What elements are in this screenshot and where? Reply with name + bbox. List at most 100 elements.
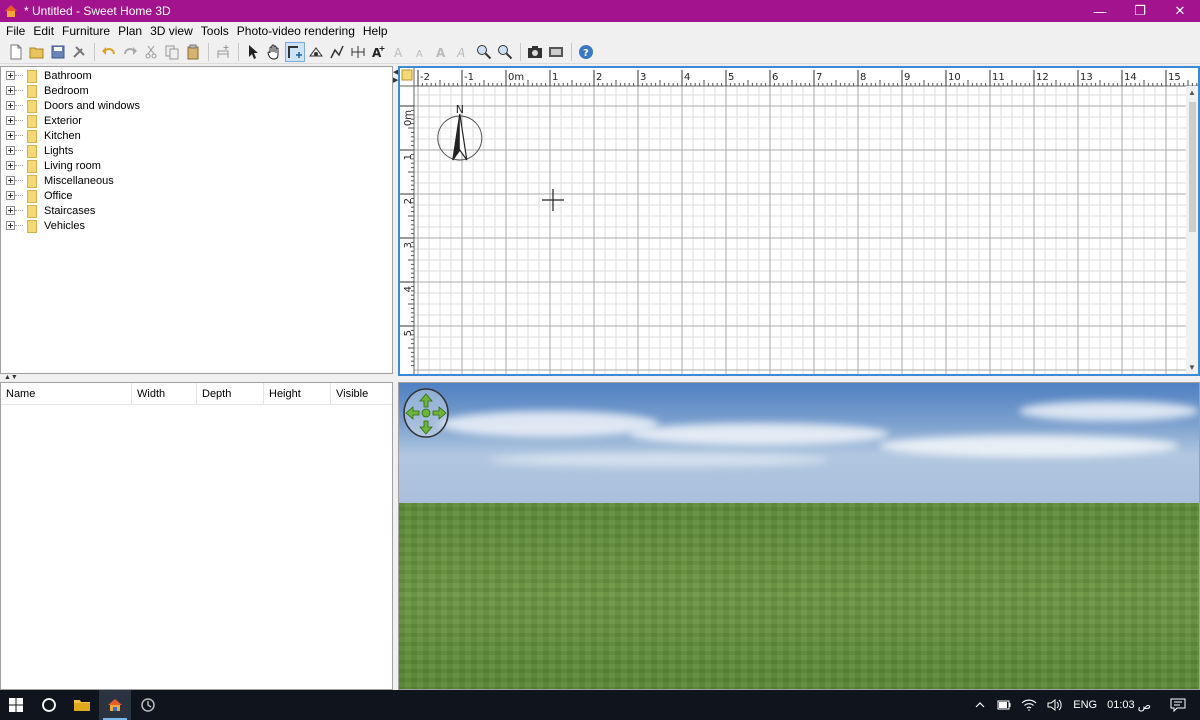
redo-button[interactable] xyxy=(120,42,140,62)
decrease-text-size-button[interactable]: A xyxy=(411,42,431,62)
catalog-category-lights[interactable]: Lights xyxy=(1,143,73,158)
app-taskbar-button[interactable] xyxy=(132,690,164,720)
column-header-height[interactable]: Height xyxy=(264,383,331,405)
expand-icon[interactable] xyxy=(6,176,15,185)
menu-file[interactable]: File xyxy=(2,22,29,40)
hand-icon xyxy=(267,44,279,60)
level-corner-icon[interactable] xyxy=(401,69,413,81)
navigation-arrows-widget[interactable] xyxy=(403,388,449,440)
create-video-button[interactable] xyxy=(546,42,566,62)
expand-icon[interactable] xyxy=(6,71,15,80)
maximize-button[interactable]: ❐ xyxy=(1120,0,1160,22)
wifi-tray-button[interactable] xyxy=(1016,690,1042,720)
catalog-category-doors-and-windows[interactable]: Doors and windows xyxy=(1,98,140,113)
text-size-icon: A xyxy=(394,46,403,60)
zoom-out-button[interactable] xyxy=(495,42,515,62)
column-header-width[interactable]: Width xyxy=(132,383,197,405)
expand-icon[interactable] xyxy=(6,206,15,215)
scroll-up-icon[interactable]: ▲ xyxy=(1188,88,1196,97)
y-ruler-label: 0m xyxy=(403,110,414,126)
x-ruler-label: 13 xyxy=(1080,72,1093,83)
plan-vertical-scrollbar[interactable]: ▲ ▼ xyxy=(1186,86,1198,374)
expand-icon[interactable] xyxy=(6,86,15,95)
input-language[interactable]: ENG xyxy=(1068,690,1102,720)
open-button[interactable] xyxy=(27,42,47,62)
svg-text:A: A xyxy=(416,49,423,60)
catalog-category-staircases[interactable]: Staircases xyxy=(1,203,95,218)
start-button[interactable] xyxy=(0,690,32,720)
scroll-down-icon[interactable]: ▼ xyxy=(1188,363,1196,372)
expand-icon[interactable] xyxy=(6,221,15,230)
left-horizontal-splitter[interactable]: ▲▼ xyxy=(0,374,393,382)
column-header-visible[interactable]: Visible xyxy=(331,383,392,405)
folder-icon xyxy=(25,174,41,188)
zoom-in-button[interactable] xyxy=(474,42,494,62)
catalog-category-office[interactable]: Office xyxy=(1,188,73,203)
minimize-button[interactable]: — xyxy=(1080,0,1120,22)
help-button[interactable]: ? xyxy=(576,42,596,62)
x-ruler-label: 5 xyxy=(728,72,734,83)
preferences-button[interactable] xyxy=(69,42,89,62)
catalog-category-exterior[interactable]: Exterior xyxy=(1,113,82,128)
create-rooms-button[interactable] xyxy=(306,42,326,62)
column-header-depth[interactable]: Depth xyxy=(197,383,264,405)
close-button[interactable]: ✕ xyxy=(1160,0,1200,22)
copy-button[interactable] xyxy=(162,42,182,62)
cut-button[interactable] xyxy=(141,42,161,62)
create-dimensions-button[interactable] xyxy=(348,42,368,62)
scrollbar-thumb[interactable] xyxy=(1189,102,1196,232)
add-furniture-button[interactable] xyxy=(213,42,233,62)
undo-button[interactable] xyxy=(99,42,119,62)
action-center-button[interactable] xyxy=(1156,690,1200,720)
italic-text-button[interactable]: A xyxy=(453,42,473,62)
catalog-category-bathroom[interactable]: Bathroom xyxy=(1,68,92,83)
3d-view[interactable] xyxy=(398,382,1200,690)
expand-icon[interactable] xyxy=(6,101,15,110)
x-ruler-label: 9 xyxy=(904,72,910,83)
expand-icon[interactable] xyxy=(6,131,15,140)
volume-tray-button[interactable] xyxy=(1042,690,1068,720)
cloud xyxy=(439,411,659,437)
catalog-category-living-room[interactable]: Living room xyxy=(1,158,101,173)
plan-view[interactable]: -2 -1 0m 1 2 3 4 5 6 7 8 9 10 11 12 13 14 15 0m 1 2 3 4 5 N ▲ ▼ xyxy=(398,66,1200,376)
file-explorer-taskbar-button[interactable] xyxy=(66,690,98,720)
menu-furniture[interactable]: Furniture xyxy=(58,22,114,40)
create-polylines-button[interactable] xyxy=(327,42,347,62)
create-photo-button[interactable] xyxy=(525,42,545,62)
pan-mode-button[interactable] xyxy=(264,42,284,62)
menu-help[interactable]: Help xyxy=(359,22,392,40)
menu-tools[interactable]: Tools xyxy=(197,22,233,40)
splitter-arrows-icon[interactable]: ▲▼ xyxy=(4,374,18,382)
menu-plan[interactable]: Plan xyxy=(114,22,146,40)
battery-tray-button[interactable] xyxy=(990,690,1016,720)
paste-button[interactable] xyxy=(183,42,203,62)
text-add-icon: A xyxy=(372,45,385,60)
expand-icon[interactable] xyxy=(6,161,15,170)
new-home-button[interactable] xyxy=(6,42,26,62)
cortana-button[interactable] xyxy=(33,690,65,720)
catalog-category-kitchen[interactable]: Kitchen xyxy=(1,128,81,143)
sweet-home-taskbar-button[interactable] xyxy=(99,690,131,720)
select-mode-button[interactable] xyxy=(243,42,263,62)
plan-grid[interactable]: -2 -1 0m 1 2 3 4 5 6 7 8 9 10 11 12 13 14 150m12345N xyxy=(400,68,1198,374)
catalog-category-bedroom[interactable]: Bedroom xyxy=(1,83,89,98)
save-button[interactable] xyxy=(48,42,68,62)
create-walls-button[interactable] xyxy=(285,41,305,62)
menu-edit[interactable]: Edit xyxy=(29,22,58,40)
catalog-category-vehicles[interactable]: Vehicles xyxy=(1,218,85,233)
expand-icon[interactable] xyxy=(6,146,15,155)
catalog-category-miscellaneous[interactable]: Miscellaneous xyxy=(1,173,114,188)
expand-icon[interactable] xyxy=(6,191,15,200)
clock[interactable]: 01:03 ص xyxy=(1102,690,1156,720)
menu-photo-video-rendering[interactable]: Photo-video rendering xyxy=(233,22,359,40)
column-header-name[interactable]: Name xyxy=(1,383,132,405)
add-text-button[interactable]: A xyxy=(369,42,389,62)
expand-icon[interactable] xyxy=(6,116,15,125)
new-file-icon xyxy=(10,44,22,59)
show-hidden-icons-button[interactable] xyxy=(970,690,990,720)
redo-icon xyxy=(124,46,137,55)
menu-3d-view[interactable]: 3D view xyxy=(146,22,197,40)
category-label: Bathroom xyxy=(44,69,92,82)
increase-text-size-button[interactable]: A xyxy=(390,42,410,62)
bold-text-button[interactable]: A xyxy=(432,42,452,62)
